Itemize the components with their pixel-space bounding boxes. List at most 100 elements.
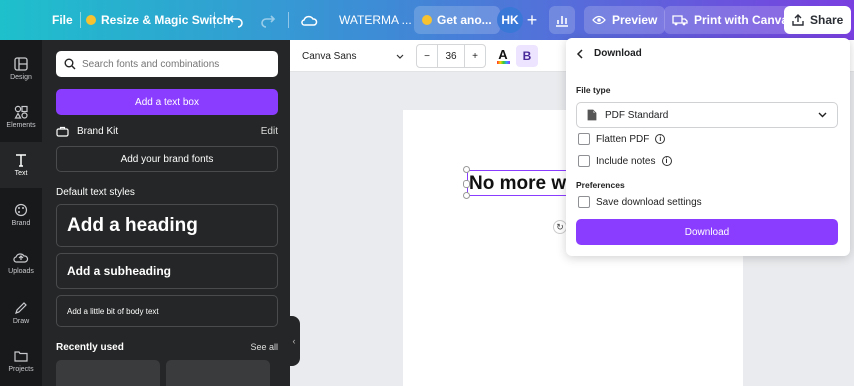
- back-arrow-icon[interactable]: [576, 48, 584, 59]
- resize-handle[interactable]: [463, 180, 470, 188]
- bold-button[interactable]: B: [516, 45, 538, 67]
- flatten-pdf-label: Flatten PDF: [596, 133, 650, 145]
- document-title-text: WATERMA ...: [339, 13, 412, 27]
- share-button[interactable]: Share: [784, 6, 852, 34]
- file-type-dropdown[interactable]: PDF Standard: [576, 102, 838, 128]
- font-family-value: Canva Sans: [302, 50, 357, 62]
- collapse-panel-button[interactable]: ‹: [288, 316, 300, 366]
- rail-item-uploads[interactable]: Uploads: [0, 240, 42, 286]
- flatten-pdf-checkbox[interactable]: [578, 133, 590, 145]
- decrease-font-size-button[interactable]: −: [417, 51, 437, 62]
- avatar[interactable]: HK: [497, 6, 523, 34]
- rail-item-draw[interactable]: Draw: [0, 290, 42, 336]
- add-brand-fonts-label: Add your brand fonts: [120, 153, 214, 165]
- redo-icon: [261, 15, 276, 28]
- body-style-text: Add a little bit of body text: [67, 306, 159, 316]
- rail-item-projects[interactable]: Projects: [0, 338, 42, 384]
- cloud-save-button[interactable]: [300, 6, 318, 34]
- subheading-style[interactable]: Add a subheading: [56, 253, 278, 289]
- default-styles-label: Default text styles: [56, 186, 135, 198]
- font-family-dropdown[interactable]: Canva Sans: [296, 44, 410, 68]
- share-upload-icon: [792, 14, 804, 26]
- brand-kit-heading: Brand Kit: [56, 126, 118, 137]
- rail-item-brand[interactable]: Brand: [0, 192, 42, 238]
- download-button-label: Download: [684, 226, 730, 238]
- chevron-down-icon: [396, 54, 404, 59]
- rotate-handle[interactable]: ↻: [553, 220, 567, 234]
- recently-used-header: Recently used See all: [56, 340, 278, 354]
- font-search-input[interactable]: [82, 58, 262, 70]
- font-size-input[interactable]: 36: [437, 45, 465, 67]
- truck-icon: [672, 15, 688, 26]
- file-menu[interactable]: File: [52, 6, 73, 34]
- resize-magic-switch-button[interactable]: Resize & Magic Switch: [86, 6, 230, 34]
- brand-kit-edit-link[interactable]: Edit: [261, 126, 278, 137]
- chevron-left-icon: ‹: [292, 336, 296, 346]
- resize-label: Resize & Magic Switch: [101, 13, 231, 27]
- file-type-label: File type: [576, 85, 611, 95]
- briefcase-icon: [56, 126, 69, 137]
- flatten-pdf-option[interactable]: Flatten PDF i: [578, 133, 666, 145]
- divider: [214, 12, 215, 28]
- share-label: Share: [810, 13, 844, 27]
- print-with-canva-button[interactable]: Print with Canva: [664, 6, 797, 34]
- undo-icon: [228, 15, 243, 28]
- increase-font-size-button[interactable]: +: [465, 51, 485, 62]
- rail-label: Projects: [8, 366, 34, 373]
- rail-label: Design: [10, 74, 32, 81]
- save-settings-option[interactable]: Save download settings: [578, 196, 702, 208]
- print-label: Print with Canva: [694, 13, 789, 27]
- document-title[interactable]: WATERMA ...: [339, 6, 412, 34]
- redo-button[interactable]: [260, 6, 276, 34]
- insights-button[interactable]: [549, 6, 575, 34]
- rail-item-design[interactable]: Design: [0, 46, 42, 92]
- crown-icon: [422, 15, 432, 25]
- heading-style[interactable]: Add a heading: [56, 204, 278, 247]
- heading-style-text: Add a heading: [67, 214, 198, 236]
- resize-handle[interactable]: [463, 192, 470, 199]
- eye-icon: [592, 15, 606, 25]
- include-notes-option[interactable]: Include notes i: [578, 155, 672, 167]
- undo-button[interactable]: [228, 6, 244, 34]
- body-text-style[interactable]: Add a little bit of body text: [56, 295, 278, 327]
- get-another-button[interactable]: Get ano...: [414, 6, 500, 34]
- avatar-initials: HK: [497, 7, 523, 33]
- rail-label: Uploads: [8, 268, 34, 275]
- download-button[interactable]: Download: [576, 219, 838, 245]
- file-type-value: PDF Standard: [605, 109, 669, 121]
- file-label: File: [52, 13, 73, 27]
- recent-font-thumbnail[interactable]: [56, 360, 160, 386]
- brand-icon: [14, 203, 28, 217]
- add-text-box-button[interactable]: Add a text box: [56, 89, 278, 115]
- see-all-link[interactable]: See all: [250, 342, 278, 352]
- include-notes-checkbox[interactable]: [578, 155, 590, 167]
- rotate-icon: ↻: [556, 221, 564, 232]
- divider: [80, 12, 81, 28]
- cloud-icon: [301, 15, 318, 26]
- font-search-box[interactable]: [56, 51, 278, 77]
- crown-icon: [86, 15, 96, 25]
- recent-font-thumbnail[interactable]: [166, 360, 270, 386]
- save-settings-checkbox[interactable]: [578, 196, 590, 208]
- info-icon[interactable]: i: [661, 156, 672, 166]
- resize-handle[interactable]: [463, 166, 470, 173]
- preview-label: Preview: [612, 13, 658, 27]
- rail-item-elements[interactable]: Elements: [0, 94, 42, 140]
- info-icon[interactable]: i: [655, 134, 666, 144]
- divider: [288, 12, 289, 28]
- font-size-stepper: − 36 +: [416, 44, 486, 68]
- preview-button[interactable]: Preview: [584, 6, 666, 34]
- text-panel: Add a text box Brand Kit Edit Add your b…: [42, 40, 290, 386]
- rail-item-text[interactable]: Text: [0, 142, 42, 188]
- file-type-selected: PDF Standard: [587, 109, 668, 121]
- add-brand-fonts-button[interactable]: Add your brand fonts: [56, 146, 278, 172]
- brand-kit-row: Brand Kit Edit: [56, 124, 278, 138]
- selected-text-element[interactable]: No more w: [467, 170, 577, 196]
- elements-icon: [14, 105, 28, 119]
- recently-used-label: Recently used: [56, 341, 124, 353]
- text-color-button[interactable]: A: [493, 46, 513, 66]
- draw-icon: [15, 302, 27, 314]
- add-collaborator-button[interactable]: +: [523, 6, 541, 34]
- bar-chart-icon: [556, 16, 568, 27]
- text-color-icon: A: [498, 46, 508, 62]
